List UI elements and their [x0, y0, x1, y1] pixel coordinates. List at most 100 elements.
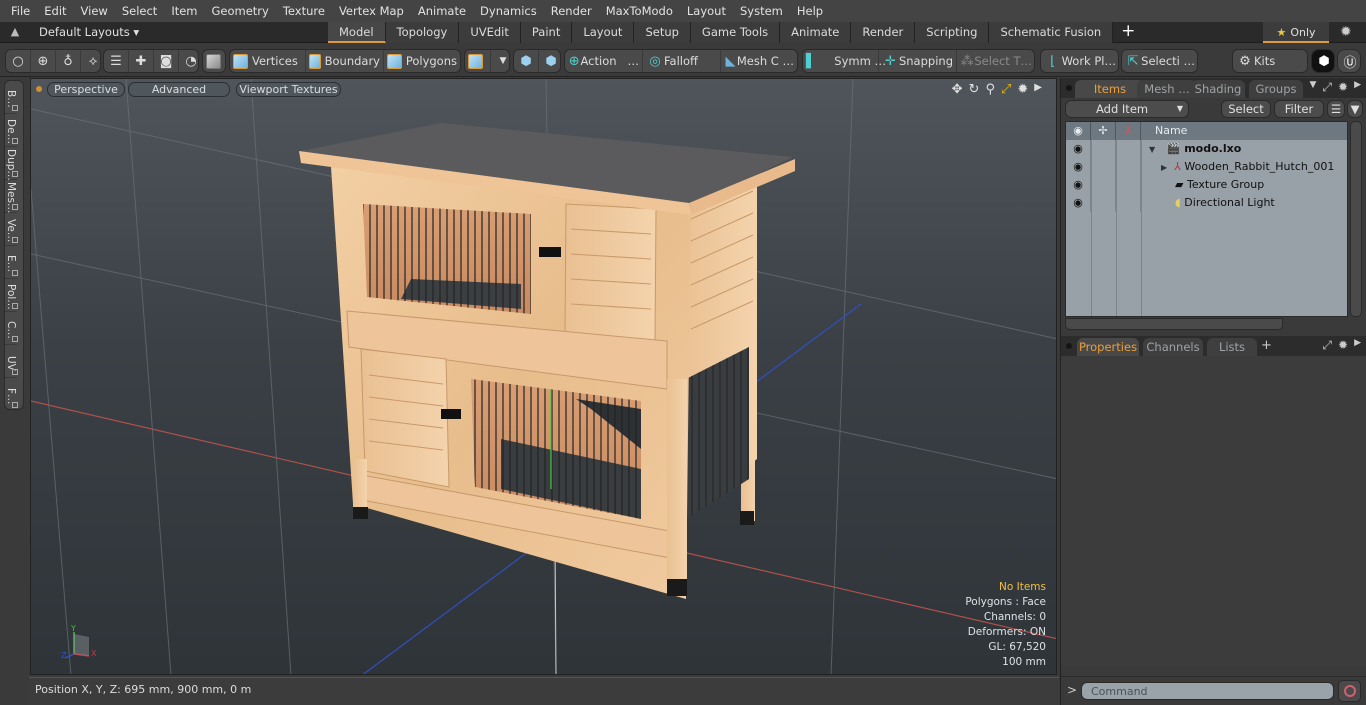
menu-edit[interactable]: Edit	[37, 0, 73, 22]
3d-viewport[interactable]: Perspective Advanced Viewport Textures ✥…	[30, 78, 1057, 675]
tab-channels[interactable]: Channels	[1143, 338, 1203, 356]
maximize-icon[interactable]: ⤢	[1001, 82, 1011, 97]
dial-button[interactable]: ◔	[179, 50, 198, 72]
visibility-eye-icon[interactable]: ◉	[1066, 140, 1091, 158]
zoom-icon[interactable]: ⚲	[985, 82, 995, 97]
tool-tab-mesh-edit[interactable]: Mes…	[5, 180, 18, 214]
tab-game-tools[interactable]: Game Tools	[690, 22, 781, 43]
menu-maxtomodo[interactable]: MaxToModo	[599, 0, 680, 22]
panel-arrow-icon[interactable]: ▶	[1354, 338, 1361, 353]
select-through-button[interactable]: ⁂ Select T…	[957, 50, 1034, 72]
tab-render[interactable]: Render	[851, 22, 916, 43]
panel-dot[interactable]	[1066, 343, 1072, 349]
visibility-column-header[interactable]: ◉	[1066, 122, 1091, 140]
tool-tab-fusion[interactable]: F…	[5, 378, 18, 411]
tab-lists[interactable]: Lists	[1207, 338, 1257, 356]
globe-select-button[interactable]: ⊕	[31, 50, 56, 72]
command-input[interactable]	[1081, 682, 1334, 700]
tab-setup[interactable]: Setup	[634, 22, 691, 43]
menu-file[interactable]: File	[4, 0, 37, 22]
tree-expander[interactable]: ▶	[1161, 163, 1167, 172]
tool-tab-duplicate[interactable]: Dup…	[5, 147, 18, 181]
viewport-gear-icon[interactable]: ✹	[1017, 82, 1028, 97]
boundary-button[interactable]: Boundary	[306, 50, 384, 72]
menu-geometry[interactable]: Geometry	[205, 0, 276, 22]
only-button[interactable]: ★ Only	[1263, 22, 1329, 43]
lasso-tool-button[interactable]: ⟡	[81, 50, 100, 72]
menu-item[interactable]: Item	[164, 0, 204, 22]
tree-row-scene[interactable]: ◉ ▼ 🎬 modo.lxo	[1066, 140, 1347, 158]
material-dropdown[interactable]: ▼	[491, 50, 509, 72]
pan-icon[interactable]: ✥	[952, 82, 963, 97]
expand-icon[interactable]: ⤢	[1322, 80, 1332, 95]
menu-system[interactable]: System	[733, 0, 790, 22]
unreal-button[interactable]: Ⓤ	[1338, 50, 1360, 72]
lock-column-header[interactable]: ✢	[1091, 122, 1116, 140]
menu-render[interactable]: Render	[544, 0, 599, 22]
work-plane-button[interactable]: ⌊ Work Pl…	[1041, 50, 1118, 72]
tab-model[interactable]: Model	[328, 22, 386, 43]
tab-uvedit[interactable]: UVEdit	[459, 22, 521, 43]
filter-button[interactable]: Filter	[1274, 100, 1324, 118]
item-mode-button[interactable]	[203, 50, 225, 72]
pivot-button[interactable]: ⬢	[514, 50, 539, 72]
menu-texture[interactable]: Texture	[276, 0, 332, 22]
tool-tab-vertex[interactable]: Ve…	[5, 213, 18, 246]
layout-up-arrow-icon[interactable]: ▲	[8, 25, 22, 39]
rabbit-hutch-model[interactable]	[299, 123, 795, 599]
menu-view[interactable]: View	[74, 0, 115, 22]
tree-row-directional-light[interactable]: ◉ ◖ Directional Light	[1066, 194, 1347, 212]
tab-scripting[interactable]: Scripting	[915, 22, 990, 43]
tabs-dropdown-icon[interactable]: ▼	[1309, 80, 1316, 95]
falloff-button[interactable]: ◎ Falloff	[643, 50, 721, 72]
menu-vertex-map[interactable]: Vertex Map	[332, 0, 411, 22]
add-panel-tab-button[interactable]: +	[1261, 338, 1272, 353]
tool-tab-deform[interactable]: De…	[5, 114, 18, 147]
square-target-button[interactable]: ◙	[154, 50, 179, 72]
tab-shading[interactable]: Shading	[1191, 80, 1245, 98]
kits-button[interactable]: ⚙ Kits	[1233, 50, 1307, 72]
menu-help[interactable]: Help	[790, 0, 830, 22]
expand-icon[interactable]: ⤢	[1322, 338, 1332, 353]
align-button[interactable]: ☰	[104, 50, 129, 72]
gear-icon[interactable]: ✹	[1340, 24, 1352, 40]
name-column-header[interactable]: Name	[1141, 122, 1187, 140]
tool-tab-curve[interactable]: C…	[5, 312, 18, 345]
tab-animate[interactable]: Animate	[780, 22, 852, 43]
tab-groups[interactable]: Groups	[1249, 80, 1303, 98]
tree-row-mesh[interactable]: ◉ ▶ ⅄ Wooden_Rabbit_Hutch_001	[1066, 158, 1347, 176]
visibility-eye-icon[interactable]: ◉	[1066, 194, 1091, 212]
tool-tab-bevel[interactable]: B…	[5, 81, 18, 114]
default-layouts-dropdown[interactable]: Default Layouts ▾	[39, 22, 139, 43]
tree-row-texture-group[interactable]: ◉ ▰ Texture Group	[1066, 176, 1347, 194]
visibility-eye-icon[interactable]: ◉	[1066, 176, 1091, 194]
tab-items[interactable]: Items	[1075, 80, 1145, 98]
tab-paint[interactable]: Paint	[520, 22, 573, 43]
funnel-button[interactable]: ▼	[1347, 100, 1363, 118]
material-mode-button[interactable]	[465, 50, 491, 72]
snapping-button[interactable]: ✛ Snapping	[879, 50, 957, 72]
tab-schematic-fusion[interactable]: Schematic Fusion	[989, 22, 1114, 43]
selection-sets-button[interactable]: ⇱ Selecti …	[1122, 50, 1197, 72]
tab-topology[interactable]: Topology	[385, 22, 460, 43]
add-tab-button[interactable]: +	[1113, 22, 1143, 43]
viewport-status-dot[interactable]	[36, 86, 42, 92]
panel-arrow-icon[interactable]: ▶	[1354, 80, 1361, 95]
list-options-button[interactable]: ☰	[1327, 100, 1345, 118]
add-item-button[interactable]: Add Item ▼	[1065, 100, 1189, 118]
type-column-header[interactable]: ⅄	[1116, 122, 1141, 140]
tab-layout[interactable]: Layout	[572, 22, 635, 43]
visibility-eye-icon[interactable]: ◉	[1066, 158, 1091, 176]
center-button[interactable]: ⬢	[539, 50, 560, 72]
shading-dropdown[interactable]: Advanced	[128, 82, 230, 97]
tool-tab-uv[interactable]: UV	[5, 345, 18, 378]
tool-tab-polygon[interactable]: Pol…	[5, 279, 18, 312]
modo-cube-button[interactable]: ⬢	[1312, 50, 1334, 72]
perspective-dropdown[interactable]: Perspective	[47, 82, 125, 97]
tab-properties[interactable]: Properties	[1077, 338, 1139, 356]
symmetry-button[interactable]: ▌ Symm …	[803, 50, 886, 72]
action-center-button[interactable]: ⊕ Action …	[565, 50, 643, 72]
pen-tool-button[interactable]: ♁	[56, 50, 81, 72]
vertices-button[interactable]: Vertices	[230, 50, 306, 72]
tree-vertical-scrollbar[interactable]	[1350, 121, 1362, 317]
